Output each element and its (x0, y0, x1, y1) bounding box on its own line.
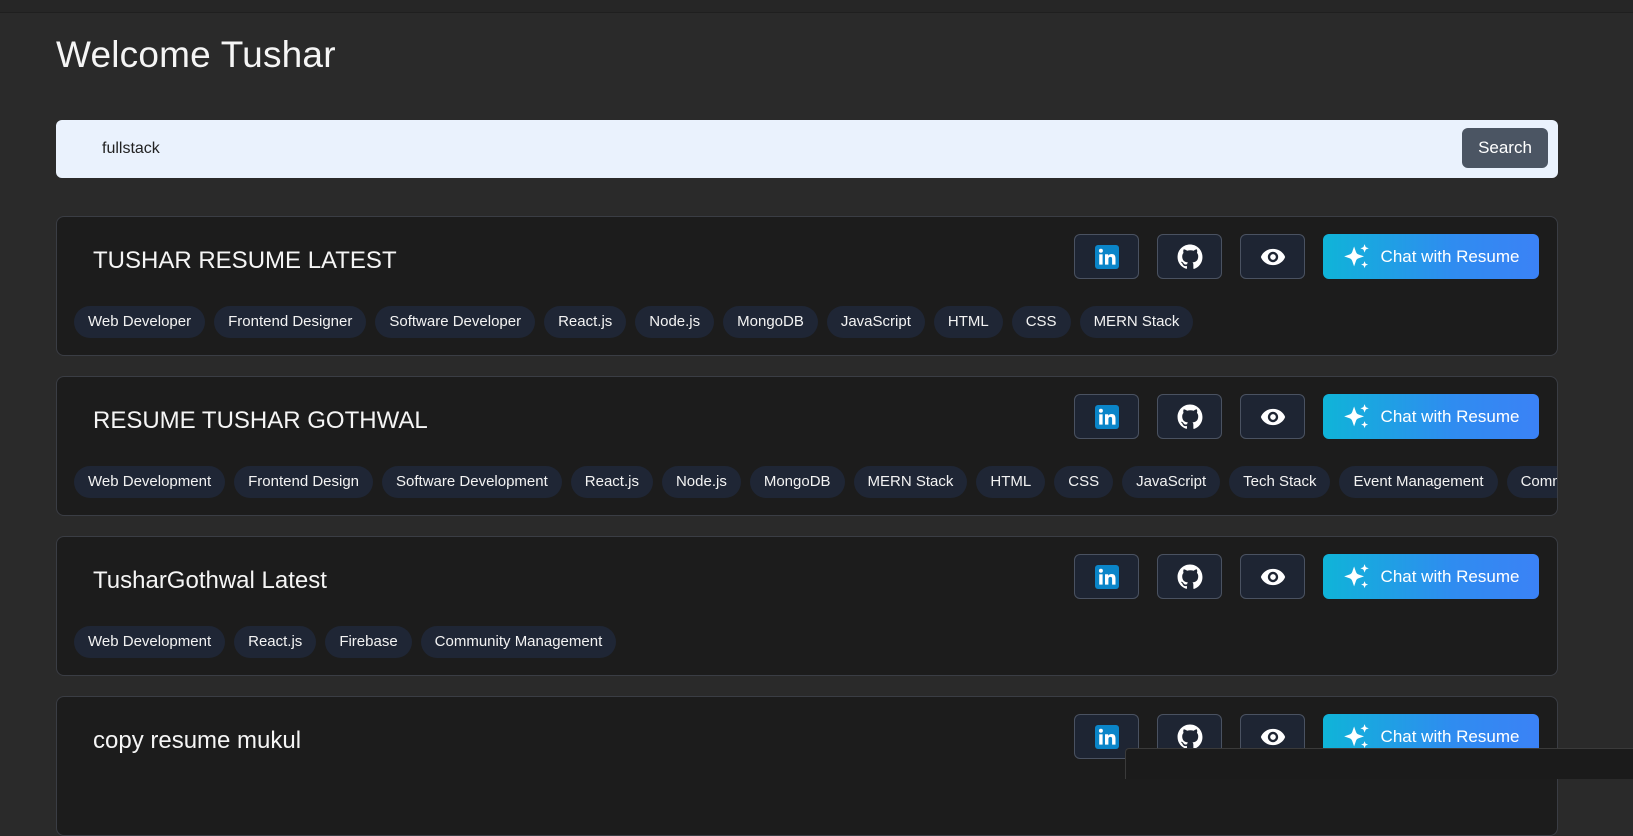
skill-tag: Web Development (74, 626, 226, 658)
skill-tag: React.js (544, 306, 627, 338)
chat-button-label: Chat with Resume (1380, 726, 1520, 746)
chat-button-label: Chat with Resume (1380, 406, 1520, 426)
skill-tag: MERN Stack (1079, 306, 1194, 338)
skill-tag: Tech Stack (1229, 466, 1331, 498)
welcome-heading: Welcome Tushar (56, 34, 336, 75)
eye-icon (1260, 724, 1286, 750)
chat-with-resume-button[interactable]: Chat with Resume (1323, 234, 1539, 279)
eye-icon (1260, 404, 1286, 430)
skill-tag: React.js (234, 626, 317, 658)
skill-tag: CSS (1054, 466, 1114, 498)
skill-tag: Software Developer (375, 306, 536, 338)
view-resume-button[interactable] (1240, 234, 1305, 279)
view-resume-button[interactable] (1240, 554, 1305, 599)
linkedin-icon (1094, 564, 1119, 589)
sparkle-icon (1343, 563, 1371, 591)
resume-card: TUSHAR RESUME LATEST Chat with Resume Web … (56, 216, 1558, 356)
github-button[interactable] (1157, 234, 1222, 279)
eye-icon (1260, 564, 1286, 590)
search-button[interactable]: Search (1462, 128, 1548, 168)
resume-title: TusharGothwal Latest (93, 567, 327, 594)
sparkle-icon (1343, 723, 1371, 751)
tag-list: Web Development Frontend Design Software D… (74, 466, 1557, 498)
linkedin-button[interactable] (1074, 554, 1139, 599)
skill-tag: MongoDB (749, 466, 845, 498)
skill-tag: CSS (1011, 306, 1071, 338)
chat-with-resume-button[interactable]: Chat with Resume (1323, 554, 1539, 599)
chat-button-label: Chat with Resume (1380, 566, 1520, 586)
skill-tag: MongoDB (723, 306, 818, 338)
view-resume-button[interactable] (1240, 394, 1305, 439)
card-actions: Chat with Resume (1074, 234, 1539, 279)
resume-title: TUSHAR RESUME LATEST (93, 247, 397, 274)
sparkle-icon (1343, 243, 1371, 271)
skill-tag: HTML (933, 306, 1003, 338)
chat-with-resume-button[interactable]: Chat with Resume (1323, 394, 1539, 439)
linkedin-icon (1094, 724, 1119, 749)
skill-tag: JavaScript (1122, 466, 1221, 498)
skill-tag: Node.js (661, 466, 741, 498)
page: Welcome Tushar Search TUSHAR RESUME LATE… (0, 0, 1633, 836)
skill-tag: Web Development (74, 466, 226, 498)
skill-tag: Event Management (1339, 466, 1498, 498)
skill-tag: MERN Stack (853, 466, 968, 498)
chat-button-label: Chat with Resume (1380, 246, 1520, 266)
tag-list: Web Development React.js Firebase Community… (74, 626, 617, 658)
linkedin-icon (1094, 404, 1119, 429)
skill-tag: JavaScript (826, 306, 925, 338)
resume-card: TusharGothwal Latest Chat with Resume Web … (56, 536, 1558, 676)
overlay-panel (1125, 748, 1633, 779)
linkedin-button[interactable] (1074, 234, 1139, 279)
skill-tag: React.js (570, 466, 653, 498)
github-button[interactable] (1157, 554, 1222, 599)
resume-title: copy resume mukul (93, 727, 302, 754)
tag-list: Web Developer Frontend Designer Software D… (74, 306, 1194, 338)
skill-tag: Community Management (1506, 466, 1557, 498)
github-icon (1177, 404, 1203, 430)
github-icon (1177, 724, 1203, 750)
card-actions: Chat with Resume (1074, 554, 1539, 599)
linkedin-button[interactable] (1074, 394, 1139, 439)
linkedin-icon (1094, 244, 1119, 269)
github-button[interactable] (1157, 394, 1222, 439)
skill-tag: HTML (976, 466, 1046, 498)
github-icon (1177, 564, 1203, 590)
skill-tag: Frontend Design (234, 466, 374, 498)
skill-tag: Community Management (420, 626, 617, 658)
eye-icon (1260, 244, 1286, 270)
skill-tag: Frontend Designer (214, 306, 367, 338)
top-bar (0, 0, 1633, 13)
card-actions: Chat with Resume (1074, 394, 1539, 439)
search-bar: Search (56, 120, 1558, 178)
github-icon (1177, 244, 1203, 270)
resume-card: RESUME TUSHAR GOTHWAL Chat with Resume Web… (56, 376, 1558, 516)
resume-title: RESUME TUSHAR GOTHWAL (93, 407, 428, 434)
search-input[interactable] (56, 120, 1446, 178)
sparkle-icon (1343, 403, 1371, 431)
skill-tag: Firebase (325, 626, 412, 658)
skill-tag: Node.js (635, 306, 715, 338)
skill-tag: Software Development (382, 466, 562, 498)
skill-tag: Web Developer (74, 306, 206, 338)
